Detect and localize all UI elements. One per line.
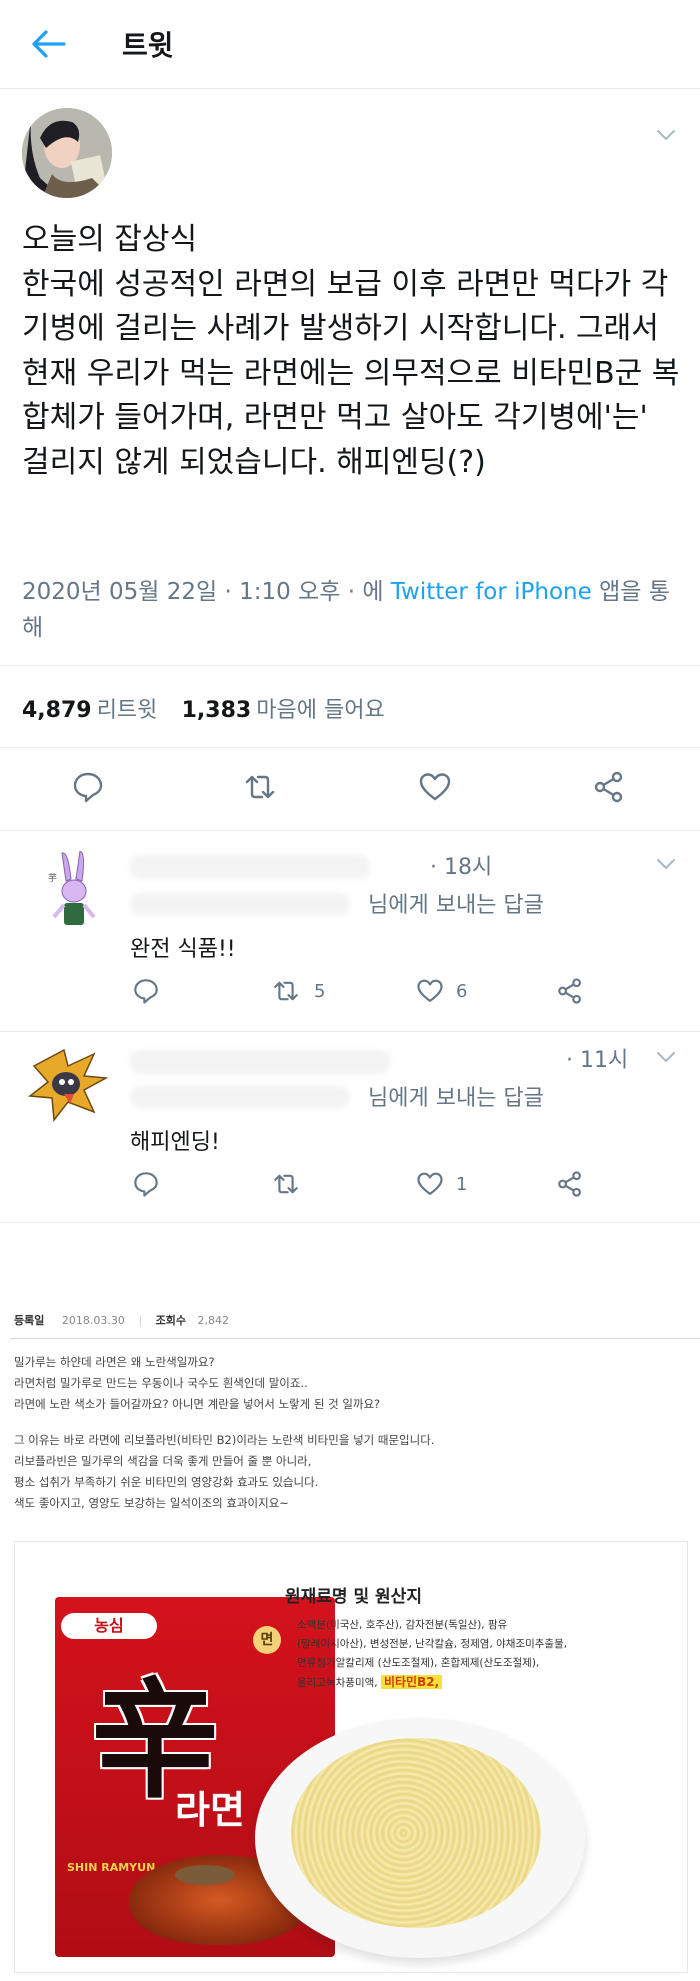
retweet-count: 5 bbox=[314, 981, 326, 1002]
like-label[interactable]: 마음에 들어요 bbox=[256, 698, 384, 723]
reply-to: 님에게 보내는 답글 bbox=[368, 893, 544, 918]
back-arrow-icon[interactable] bbox=[30, 28, 66, 60]
reg-date: 2018.03.30 bbox=[61, 1314, 125, 1327]
noodle-label: 면 bbox=[260, 1632, 274, 1648]
reply-text: 해피엔딩! bbox=[130, 1130, 220, 1155]
reply-item[interactable]: 芋 · 18시 님에게 보내는 답글 완전 식품!! 5 6 bbox=[0, 831, 700, 1031]
redacted-username bbox=[130, 855, 370, 879]
top-bar: 트윗 bbox=[0, 0, 700, 89]
ingredients-title: 원재료명 및 원산지 bbox=[285, 1587, 422, 1607]
like-count[interactable]: 1,383 bbox=[182, 698, 252, 723]
retweet-icon[interactable] bbox=[272, 1170, 300, 1198]
tweet-date: 2020년 05월 22일 · 1:10 오후 · 에 bbox=[22, 579, 391, 605]
reply-avatar[interactable]: 芋 bbox=[44, 851, 104, 941]
redacted-username bbox=[130, 1050, 390, 1074]
ingredients-list: 소맥분(미국산, 호주산), 감자전분(독일산), 팜유 (말레이시아산), 변… bbox=[297, 1616, 677, 1693]
chevron-down-icon[interactable] bbox=[656, 857, 676, 871]
redacted-reply-target bbox=[130, 893, 350, 915]
product-name-en: SHIN RAMYUN bbox=[67, 1861, 156, 1874]
retweet-icon[interactable] bbox=[272, 977, 300, 1005]
chevron-down-icon[interactable] bbox=[656, 1050, 676, 1064]
reply-text: 완전 식품!! bbox=[130, 937, 236, 962]
blog-paragraph-2: 그 이유는 바로 라면에 리보플라빈(비타민 B2)이라는 노란색 비타민을 넣… bbox=[14, 1430, 694, 1514]
blog-line: 밀가루는 하얀데 라면은 왜 노란색일까요? bbox=[14, 1355, 215, 1369]
avatar-illustration bbox=[22, 108, 112, 198]
reply-avatar[interactable] bbox=[24, 1046, 110, 1124]
brand-logo: 농심 bbox=[61, 1613, 157, 1639]
divider bbox=[0, 747, 700, 748]
ingredient-line: 소맥분(미국산, 호주산), 감자전분(독일산), 팜유 bbox=[297, 1619, 508, 1631]
reply-icon[interactable] bbox=[132, 1170, 160, 1198]
blog-line: 리보플라빈은 밀가루의 색감을 더욱 좋게 만들어 줄 뿐 아니라, bbox=[14, 1454, 312, 1468]
retweet-icon[interactable] bbox=[243, 770, 277, 804]
retweet-label[interactable]: 리트윗 bbox=[97, 698, 158, 723]
divider bbox=[0, 665, 700, 666]
tweet-meta: 2020년 05월 22일 · 1:10 오후 · 에 Twitter for … bbox=[22, 574, 682, 646]
like-icon[interactable] bbox=[416, 1170, 444, 1198]
noodle-badge: 면 bbox=[253, 1626, 281, 1654]
blog-line: 색도 좋아지고, 영양도 보강하는 일석이조의 효과이지요~ bbox=[14, 1496, 289, 1510]
views-label: 조회수 bbox=[155, 1314, 186, 1327]
noodle-block bbox=[291, 1738, 541, 1928]
reply-time: · 18시 bbox=[430, 855, 493, 880]
reply-icon[interactable] bbox=[71, 770, 105, 804]
divider bbox=[10, 1338, 700, 1339]
like-icon[interactable] bbox=[416, 977, 444, 1005]
blog-line: 평소 섭취가 부족하기 쉬운 비타민의 영양강화 효과도 있습니다. bbox=[14, 1475, 319, 1489]
brand-name: 농심 bbox=[94, 1616, 124, 1635]
ingredient-line: 올리고녹차풍미액, bbox=[297, 1677, 381, 1689]
reply-to: 님에게 보내는 답글 bbox=[368, 1086, 544, 1111]
share-icon[interactable] bbox=[556, 1170, 584, 1198]
like-count: 6 bbox=[456, 981, 468, 1002]
blog-line: 그 이유는 바로 라면에 리보플라빈(비타민 B2)이라는 노란색 비타민을 넣… bbox=[14, 1433, 435, 1447]
reply-item[interactable]: · 11시 님에게 보내는 답글 해피엔딩! 1 bbox=[0, 1032, 700, 1222]
blog-line: 라면에 노란 색소가 들어갈까요? 아니면 계란을 넣어서 노랗게 된 것 일까… bbox=[14, 1397, 381, 1411]
svg-text:芋: 芋 bbox=[48, 873, 57, 884]
tweet-stats: 4,879 리트윗 1,383 마음에 들어요 bbox=[22, 692, 385, 724]
retweet-count[interactable]: 4,879 bbox=[22, 698, 92, 723]
blog-paragraph-1: 밀가루는 하얀데 라면은 왜 노란색일까요? 라면처럼 밀가루로 만드는 우동이… bbox=[14, 1352, 694, 1415]
reply-time: · 11시 bbox=[566, 1048, 629, 1073]
like-icon[interactable] bbox=[418, 770, 452, 804]
share-icon[interactable] bbox=[592, 770, 626, 804]
reply-icon[interactable] bbox=[132, 977, 160, 1005]
product-title-small: 라면 bbox=[175, 1788, 245, 1832]
product-image: 농심 辛 라면 SHIN RAMYUN 원재료명 및 원산지 면 소맥분(미국산… bbox=[14, 1541, 688, 1973]
author-avatar[interactable] bbox=[22, 108, 112, 198]
ingredient-line: (말레이시아산), 변성전분, 난각칼슘, 정제염, 야채조미추출물, bbox=[297, 1638, 568, 1650]
vitamin-highlight: 비타민B2, bbox=[380, 1675, 443, 1689]
share-icon[interactable] bbox=[556, 977, 584, 1005]
divider bbox=[0, 1222, 700, 1223]
ingredient-line: 면류첨가알칼리제 (산도조절제), 혼합제제(산도조절제), bbox=[297, 1657, 540, 1669]
redacted-reply-target bbox=[130, 1086, 350, 1108]
page-title: 트윗 bbox=[122, 29, 174, 62]
like-count: 1 bbox=[456, 1174, 468, 1195]
source-link[interactable]: Twitter for iPhone bbox=[391, 579, 592, 605]
post-info: 등록일 2018.03.30 | 조회수 2,842 bbox=[14, 1314, 229, 1327]
reg-label: 등록일 bbox=[14, 1314, 45, 1327]
tweet-text: 오늘의 잡상식 한국에 성공적인 라면의 보급 이후 라면만 먹다가 각기병에 … bbox=[22, 222, 680, 480]
bowl-garnish bbox=[175, 1865, 235, 1885]
chevron-down-icon[interactable] bbox=[656, 128, 676, 142]
views-count: 2,842 bbox=[197, 1314, 229, 1327]
blog-line: 라면처럼 밀가루로 만드는 우동이나 국수도 흰색인데 말이죠.. bbox=[14, 1376, 308, 1390]
